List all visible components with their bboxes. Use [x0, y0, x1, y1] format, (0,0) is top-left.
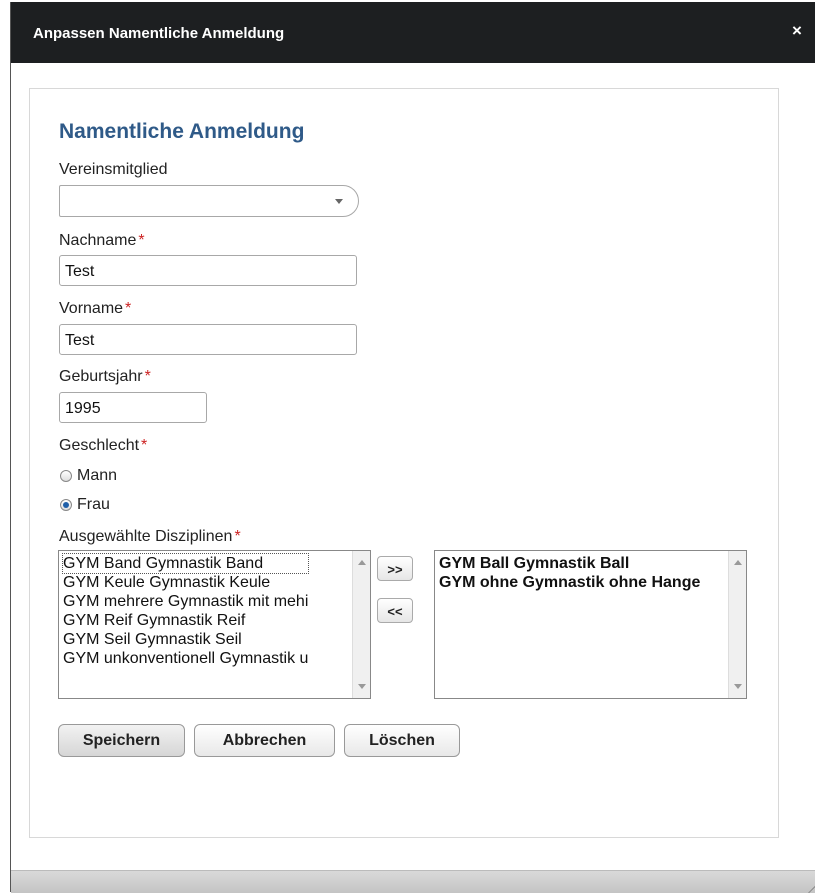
dialog-title: Anpassen Namentliche Anmeldung — [33, 25, 285, 42]
list-item[interactable]: GYM Seil Gymnastik Seil — [63, 630, 308, 649]
scrollbar[interactable] — [352, 551, 370, 698]
delete-button[interactable]: Löschen — [344, 724, 460, 757]
vereinsmitglied-label: Vereinsmitglied — [59, 161, 168, 178]
nachname-field[interactable]: Test — [59, 255, 357, 286]
cancel-button[interactable]: Abbrechen — [194, 724, 335, 757]
radio-mann[interactable]: Mann — [60, 467, 117, 485]
resize-grip-icon[interactable] — [801, 878, 815, 893]
scroll-down-icon[interactable] — [358, 684, 366, 689]
radio-frau-control[interactable] — [60, 499, 72, 511]
save-button[interactable]: Speichern — [58, 724, 185, 757]
radio-mann-control[interactable] — [60, 470, 72, 482]
list-item[interactable]: GYM Band Gymnastik Band — [61, 553, 310, 574]
dialog-footer — [11, 870, 815, 893]
radio-frau[interactable]: Frau — [60, 496, 110, 514]
list-item[interactable]: GYM ohne Gymnastik ohne Hange — [439, 573, 700, 592]
vereinsmitglied-select[interactable] — [59, 185, 359, 217]
scroll-up-icon[interactable] — [358, 560, 366, 565]
disziplinen-label: Ausgewählte Disziplinen * — [59, 528, 241, 545]
list-item[interactable]: GYM Ball Gymnastik Ball — [439, 554, 700, 573]
chevron-down-icon — [335, 199, 343, 204]
selected-disziplinen-list[interactable]: GYM Ball Gymnastik Ball GYM ohne Gymnast… — [434, 550, 747, 699]
nachname-label: Nachname * — [59, 232, 145, 249]
scroll-down-icon[interactable] — [734, 684, 742, 689]
vorname-field[interactable]: Test — [59, 324, 357, 355]
scrollbar[interactable] — [728, 551, 746, 698]
vorname-label: Vorname * — [59, 300, 132, 317]
list-item[interactable]: GYM mehrere Gymnastik mit mehi — [63, 592, 308, 611]
close-icon[interactable]: × — [792, 21, 802, 41]
dialog-titlebar: Anpassen Namentliche Anmeldung — [11, 2, 815, 63]
list-item[interactable]: GYM unkonventionell Gymnastik u — [63, 649, 308, 668]
form-heading: Namentliche Anmeldung — [59, 120, 305, 143]
list-item[interactable]: GYM Reif Gymnastik Reif — [63, 611, 308, 630]
radio-frau-label: Frau — [77, 496, 110, 513]
list-item[interactable]: GYM Keule Gymnastik Keule — [63, 573, 308, 592]
geschlecht-label: Geschlecht * — [59, 437, 148, 454]
radio-mann-label: Mann — [77, 467, 118, 484]
geburtsjahr-field[interactable]: 1995 — [59, 392, 207, 423]
scroll-up-icon[interactable] — [734, 560, 742, 565]
remove-disziplin-button[interactable]: << — [377, 598, 413, 623]
geburtsjahr-label: Geburtsjahr * — [59, 368, 151, 385]
available-disziplinen-list[interactable]: GYM Band Gymnastik Band GYM Keule Gymnas… — [58, 550, 371, 699]
add-disziplin-button[interactable]: >> — [377, 556, 413, 581]
